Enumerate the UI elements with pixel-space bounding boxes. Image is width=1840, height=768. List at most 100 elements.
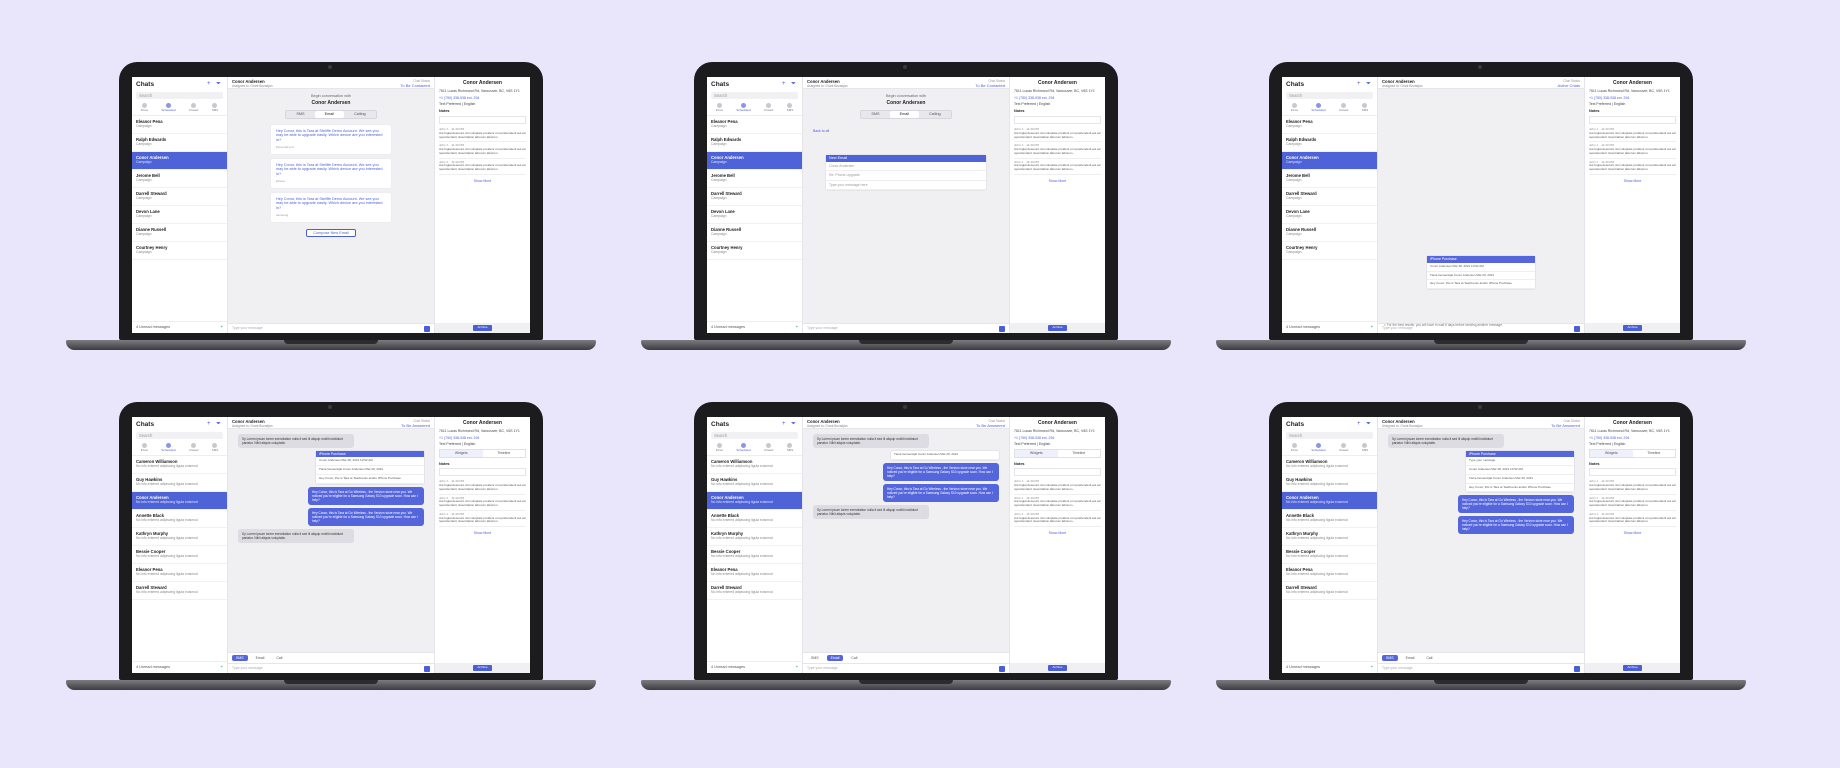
filter-scheduled[interactable]: Scheduled xyxy=(1311,103,1326,113)
show-more-link[interactable]: Show More xyxy=(435,179,530,183)
message-input[interactable]: Type your message xyxy=(232,326,263,330)
filter-inbox[interactable]: Inbox xyxy=(141,443,148,453)
filter-scheduled[interactable]: Scheduled xyxy=(736,443,751,453)
channel-sms[interactable]: SMS xyxy=(286,111,314,118)
archive-button[interactable]: Archive xyxy=(1048,665,1067,671)
chat-list-item[interactable]: Devon Lane Campaign xyxy=(132,206,227,224)
channel-email[interactable]: Email xyxy=(889,110,920,118)
chat-list-item[interactable]: Jerome Bell Campaign xyxy=(132,170,227,188)
message-field[interactable]: Type your message xyxy=(1466,457,1574,467)
new-chat-icon[interactable]: + xyxy=(221,325,223,330)
channel-tab-email[interactable]: Email xyxy=(1402,655,1419,661)
filter-scheduled[interactable]: Scheduled xyxy=(161,443,176,453)
email-field[interactable]: Re: Phone Upgrade xyxy=(826,171,986,181)
filter-sms[interactable]: SMS xyxy=(1362,443,1368,453)
filter-closed[interactable]: Closed xyxy=(189,103,198,113)
chat-list-item[interactable]: Kathryn Murphy No info entered adipiscing… xyxy=(132,528,227,546)
chat-list-item[interactable]: Dianne Russell Campaign xyxy=(132,224,227,242)
chat-list-item[interactable]: Darrell Steward Campaign xyxy=(707,188,802,206)
search-input[interactable]: Search xyxy=(711,92,798,100)
notes-search-input[interactable] xyxy=(1589,116,1676,125)
channel-calling[interactable]: Calling xyxy=(344,111,376,118)
chat-list-item[interactable]: Kathryn Murphy No info entered adipiscing… xyxy=(1282,528,1377,546)
filter-sms[interactable]: SMS xyxy=(787,443,793,453)
search-input[interactable]: Search xyxy=(1286,92,1373,100)
chat-list-item[interactable]: Courtney Henry Campaign xyxy=(132,242,227,260)
chat-list-item[interactable]: Annette Black No info entered adipiscing … xyxy=(132,510,227,528)
message-input[interactable]: Type your message xyxy=(232,666,263,670)
filter-inbox[interactable]: Inbox xyxy=(716,103,723,113)
chat-list-item[interactable]: Eleanor Pena No info entered adipiscing l… xyxy=(132,564,227,582)
chat-list-item[interactable]: Conor Andersen Campaign xyxy=(132,151,227,170)
chat-list-item[interactable]: Cameron Williamson No info entered adipis… xyxy=(707,456,802,474)
tab-timeline[interactable]: Timeline xyxy=(1058,450,1101,456)
send-icon[interactable] xyxy=(1574,665,1580,672)
message-template[interactable]: Hey Conor, this is Tara at Steliffe Demo… xyxy=(271,158,391,188)
archive-button[interactable]: Archive xyxy=(473,665,492,671)
chat-list-item[interactable]: Conor Andersen No info entered adipiscing… xyxy=(132,491,227,510)
search-input[interactable]: Search xyxy=(136,92,223,100)
compose-email-button[interactable]: Compose New Email xyxy=(306,228,356,238)
show-more-link[interactable]: Show More xyxy=(1585,179,1680,183)
channel-tab-call[interactable]: Call xyxy=(847,655,861,661)
filter-sms[interactable]: SMS xyxy=(1362,103,1368,113)
chat-list-item[interactable]: Bessie Cooper No info entered adipiscing … xyxy=(1282,546,1377,564)
tab-widgets[interactable]: Widgets xyxy=(1015,450,1058,457)
chat-list-item[interactable]: Kathryn Murphy No info entered adipiscing… xyxy=(707,528,802,546)
chat-list-item[interactable]: Guy Hawkins No info entered adipiscing li… xyxy=(132,474,227,492)
chat-list-item[interactable]: Annette Black No info entered adipiscing … xyxy=(707,510,802,528)
notes-search-input[interactable] xyxy=(1014,468,1101,477)
chat-status[interactable]: Chat Status To Be Answered xyxy=(976,419,1005,428)
filter-scheduled[interactable]: Scheduled xyxy=(161,103,176,113)
chat-list-item[interactable]: Guy Hawkins No info entered adipiscing li… xyxy=(707,474,802,492)
chat-status[interactable]: Chat Status To Be Answered xyxy=(1551,419,1580,428)
chat-list-item[interactable]: Courtney Henry Campaign xyxy=(707,242,802,260)
chat-list-item[interactable]: Eleanor Pena Campaign xyxy=(1282,116,1377,134)
chat-list-item[interactable]: Darrell Steward Campaign xyxy=(1282,188,1377,206)
tab-widgets[interactable]: Widgets xyxy=(440,450,483,457)
chat-list-item[interactable]: Cameron Williamson No info entered adipis… xyxy=(1282,456,1377,474)
channel-tab-sms[interactable]: SMS xyxy=(807,655,823,661)
filter-inbox[interactable]: Inbox xyxy=(1291,443,1298,453)
chat-list-item[interactable]: Devon Lane Campaign xyxy=(707,206,802,224)
channel-calling[interactable]: Calling xyxy=(919,111,951,118)
message-input[interactable]: Type your message xyxy=(807,326,838,330)
chat-list-item[interactable]: Eleanor Pena Campaign xyxy=(132,116,227,134)
filter-closed[interactable]: Closed xyxy=(1339,443,1348,453)
search-input[interactable]: Search xyxy=(711,432,798,440)
chat-list-item[interactable]: Eleanor Pena No info entered adipiscing l… xyxy=(1282,564,1377,582)
show-more-link[interactable]: Show More xyxy=(1585,531,1680,535)
filter-closed[interactable]: Closed xyxy=(189,443,198,453)
search-input[interactable]: Search xyxy=(1286,432,1373,440)
chat-list-item[interactable]: Jerome Bell Campaign xyxy=(707,170,802,188)
chat-status[interactable]: Chat Status Active Chats xyxy=(1558,79,1580,88)
chat-list-item[interactable]: Ralph Edwards Campaign xyxy=(132,134,227,152)
filter-inbox[interactable]: Inbox xyxy=(1291,103,1298,113)
notes-search-input[interactable] xyxy=(439,468,526,477)
chat-list-item[interactable]: Jerome Bell Campaign xyxy=(1282,170,1377,188)
send-icon[interactable] xyxy=(424,325,430,332)
filter-closed[interactable]: Closed xyxy=(764,103,773,113)
chat-list-item[interactable]: Dianne Russell Campaign xyxy=(707,224,802,242)
chat-list-item[interactable]: Darrell Steward No info entered adipiscin… xyxy=(132,582,227,600)
message-template[interactable]: Hey Conor, this is Tara at Steliffe Demo… xyxy=(271,192,391,222)
message-input[interactable]: Type your message xyxy=(807,666,838,670)
filter-sms[interactable]: SMS xyxy=(787,103,793,113)
chat-list-item[interactable]: Darrell Steward No info entered adipiscin… xyxy=(1282,582,1377,600)
channel-sms[interactable]: SMS xyxy=(861,111,889,118)
new-chat-icon[interactable]: + xyxy=(796,325,798,330)
chat-list-item[interactable]: Darrell Steward Campaign xyxy=(132,188,227,206)
show-more-link[interactable]: Show More xyxy=(1010,531,1105,535)
chat-list-item[interactable]: Devon Lane Campaign xyxy=(1282,206,1377,224)
show-more-link[interactable]: Show More xyxy=(435,531,530,535)
notes-search-input[interactable] xyxy=(1589,468,1676,477)
channel-tab-call[interactable]: Call xyxy=(272,655,286,661)
channel-email[interactable]: Email xyxy=(314,110,345,118)
filter-inbox[interactable]: Inbox xyxy=(716,443,723,453)
new-chat-icon[interactable]: + xyxy=(1371,665,1373,670)
channel-tab-sms[interactable]: SMS xyxy=(232,654,248,661)
email-field[interactable]: Type your message here xyxy=(826,181,986,190)
chat-list-item[interactable]: Ralph Edwards Campaign xyxy=(1282,134,1377,152)
chat-list-item[interactable]: Dianne Russell Campaign xyxy=(1282,224,1377,242)
chat-list-item[interactable]: Ralph Edwards Campaign xyxy=(707,134,802,152)
